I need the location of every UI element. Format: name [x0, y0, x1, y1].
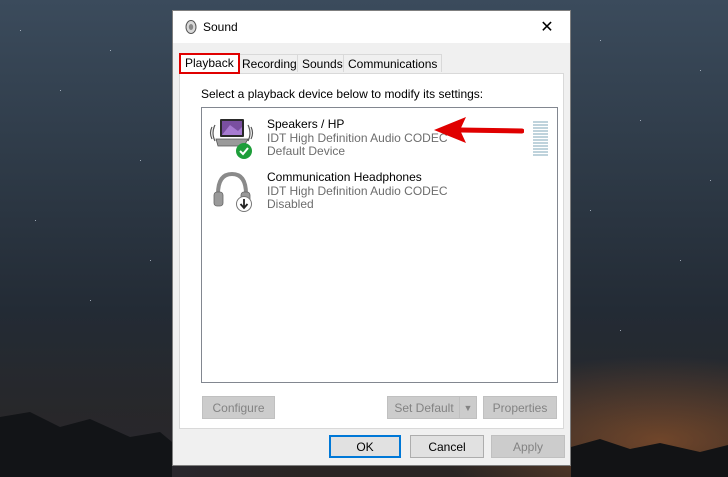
set-default-button[interactable]: Set Default ▼: [387, 396, 477, 419]
volume-meter: [533, 121, 548, 159]
playback-panel: Select a playback device below to modify…: [179, 73, 564, 429]
tab-playback[interactable]: Playback: [179, 53, 240, 74]
headphones-icon: [213, 171, 252, 212]
properties-button[interactable]: Properties: [483, 396, 557, 419]
chevron-down-icon[interactable]: ▼: [459, 397, 476, 418]
tab-communications[interactable]: Communications: [343, 54, 443, 72]
configure-button[interactable]: Configure: [202, 396, 275, 419]
apply-button[interactable]: Apply: [491, 435, 565, 458]
title-bar[interactable]: Sound ✕: [173, 11, 570, 43]
device-headphones[interactable]: Communication Headphones IDT High Defini…: [206, 164, 552, 214]
ok-button[interactable]: OK: [329, 435, 401, 458]
sound-dialog: Sound ✕ Playback Recording Sounds Commun…: [172, 10, 571, 466]
device-name: Communication Headphones: [267, 170, 422, 184]
checkmark-badge-icon: [236, 143, 252, 159]
close-icon: ✕: [540, 19, 554, 36]
cancel-button[interactable]: Cancel: [410, 435, 484, 458]
device-description: IDT High Definition Audio CODEC: [267, 131, 448, 145]
speaker-app-icon: [185, 20, 197, 34]
device-status: Default Device: [267, 144, 346, 158]
device-list[interactable]: Speakers / HP IDT High Definition Audio …: [201, 107, 558, 383]
device-description: IDT High Definition Audio CODEC: [267, 184, 448, 198]
set-default-label: Set Default: [394, 400, 454, 415]
window-title: Sound: [203, 20, 238, 34]
tab-recording[interactable]: Recording: [237, 54, 302, 72]
device-name: Speakers / HP: [267, 117, 345, 131]
speaker-icon: [209, 119, 254, 159]
device-status: Disabled: [267, 197, 314, 211]
tab-sounds[interactable]: Sounds: [297, 54, 348, 72]
close-button[interactable]: ✕: [524, 11, 570, 43]
instructions-text: Select a playback device below to modify…: [201, 87, 484, 101]
device-speakers[interactable]: Speakers / HP IDT High Definition Audio …: [206, 111, 552, 161]
